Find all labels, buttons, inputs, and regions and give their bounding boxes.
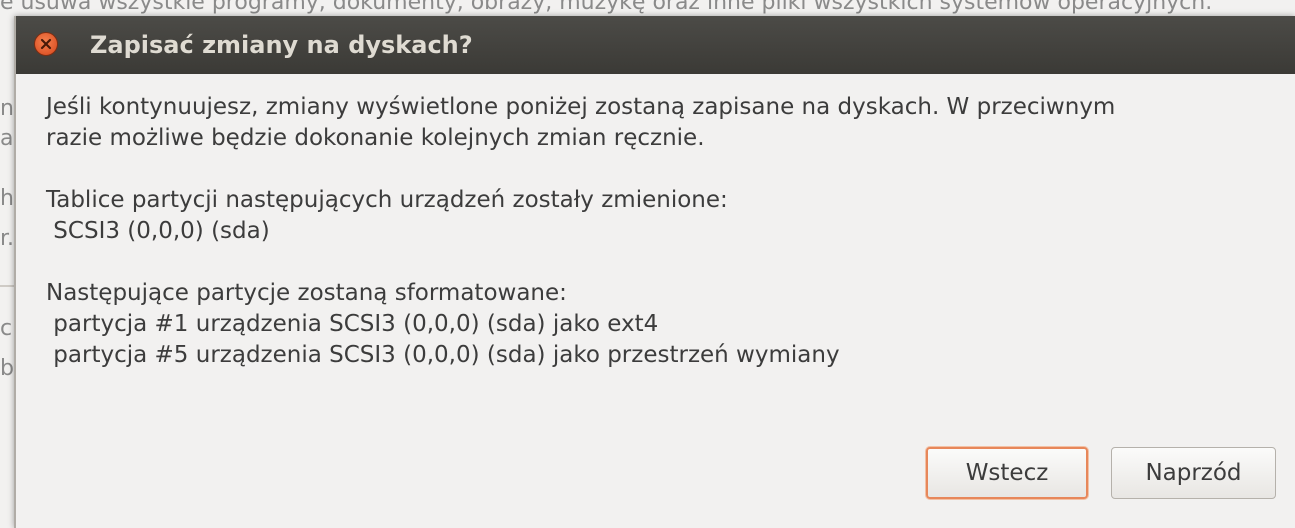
back-button[interactable]: Wstecz [926,447,1088,499]
partition-tables-paragraph: Tablice partycji następujących urządzeń … [46,185,1286,247]
background-fragment: h [0,186,14,211]
intro-paragraph: Jeśli kontynuujesz, zmiany wyświetlone p… [46,92,1286,154]
background-divider [0,285,14,287]
message-line: partycja #1 urządzenia SCSI3 (0,0,0) (sd… [46,311,659,337]
message-line: SCSI3 (0,0,0) (sda) [46,218,270,244]
close-button[interactable] [34,32,58,56]
background-fragment: n [0,96,14,121]
message-line: partycja #5 urządzenia SCSI3 (0,0,0) (sd… [46,342,840,368]
background-fragment: c [0,316,13,341]
message-line: razie możliwe będzie dokonanie kolejnych… [46,125,705,151]
message-line: Następujące partycje zostaną sformatowan… [46,280,567,306]
dialog-message: Jeśli kontynuujesz, zmiany wyświetlone p… [46,92,1286,402]
message-line: Tablice partycji następujących urządzeń … [46,187,728,213]
format-partitions-paragraph: Następujące partycje zostaną sformatowan… [46,278,1286,371]
continue-button[interactable]: Naprzód [1111,447,1276,499]
save-changes-dialog: Zapisać zmiany na dyskach? Jeśli kontynu… [14,16,1295,528]
dialog-title: Zapisać zmiany na dyskach? [90,31,473,59]
background-fragment: a [0,126,14,151]
message-line: Jeśli kontynuujesz, zmiany wyświetlone p… [46,94,1116,120]
background-top-text: e usuwa wszystkie programy, dokumenty, o… [0,0,1213,15]
close-icon [40,38,52,50]
dialog-titlebar[interactable]: Zapisać zmiany na dyskach? [16,16,1295,74]
background-fragment: r. [0,226,15,251]
